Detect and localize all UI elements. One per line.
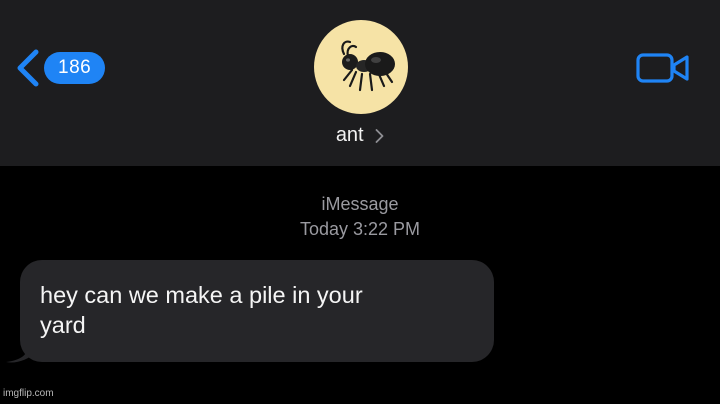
watermark: imgflip.com bbox=[3, 388, 54, 399]
message-text-line: yard bbox=[40, 312, 86, 338]
unread-count-badge: 186 bbox=[44, 52, 106, 84]
contact-avatar[interactable] bbox=[314, 20, 408, 114]
messages-screen: 186 ant iMessage Today 3:22 PM hey can w… bbox=[0, 0, 720, 404]
contact-name: ant bbox=[335, 124, 364, 147]
conversation-header: 186 ant bbox=[0, 0, 720, 166]
message-text-line: hey can we make a pile in your bbox=[40, 282, 363, 308]
back-button[interactable]: 186 bbox=[14, 48, 106, 88]
chevron-right-icon bbox=[375, 128, 384, 143]
service-label: iMessage bbox=[321, 194, 399, 214]
message-timestamp: Today 3:22 PM bbox=[299, 219, 421, 239]
incoming-message-bubble[interactable]: hey can we make a pile in your yard bbox=[20, 260, 494, 362]
chevron-left-icon bbox=[17, 49, 39, 87]
video-camera-icon[interactable] bbox=[636, 52, 690, 84]
ant-emoji-icon bbox=[341, 40, 395, 92]
contact-name-button[interactable]: ant bbox=[0, 124, 720, 147]
